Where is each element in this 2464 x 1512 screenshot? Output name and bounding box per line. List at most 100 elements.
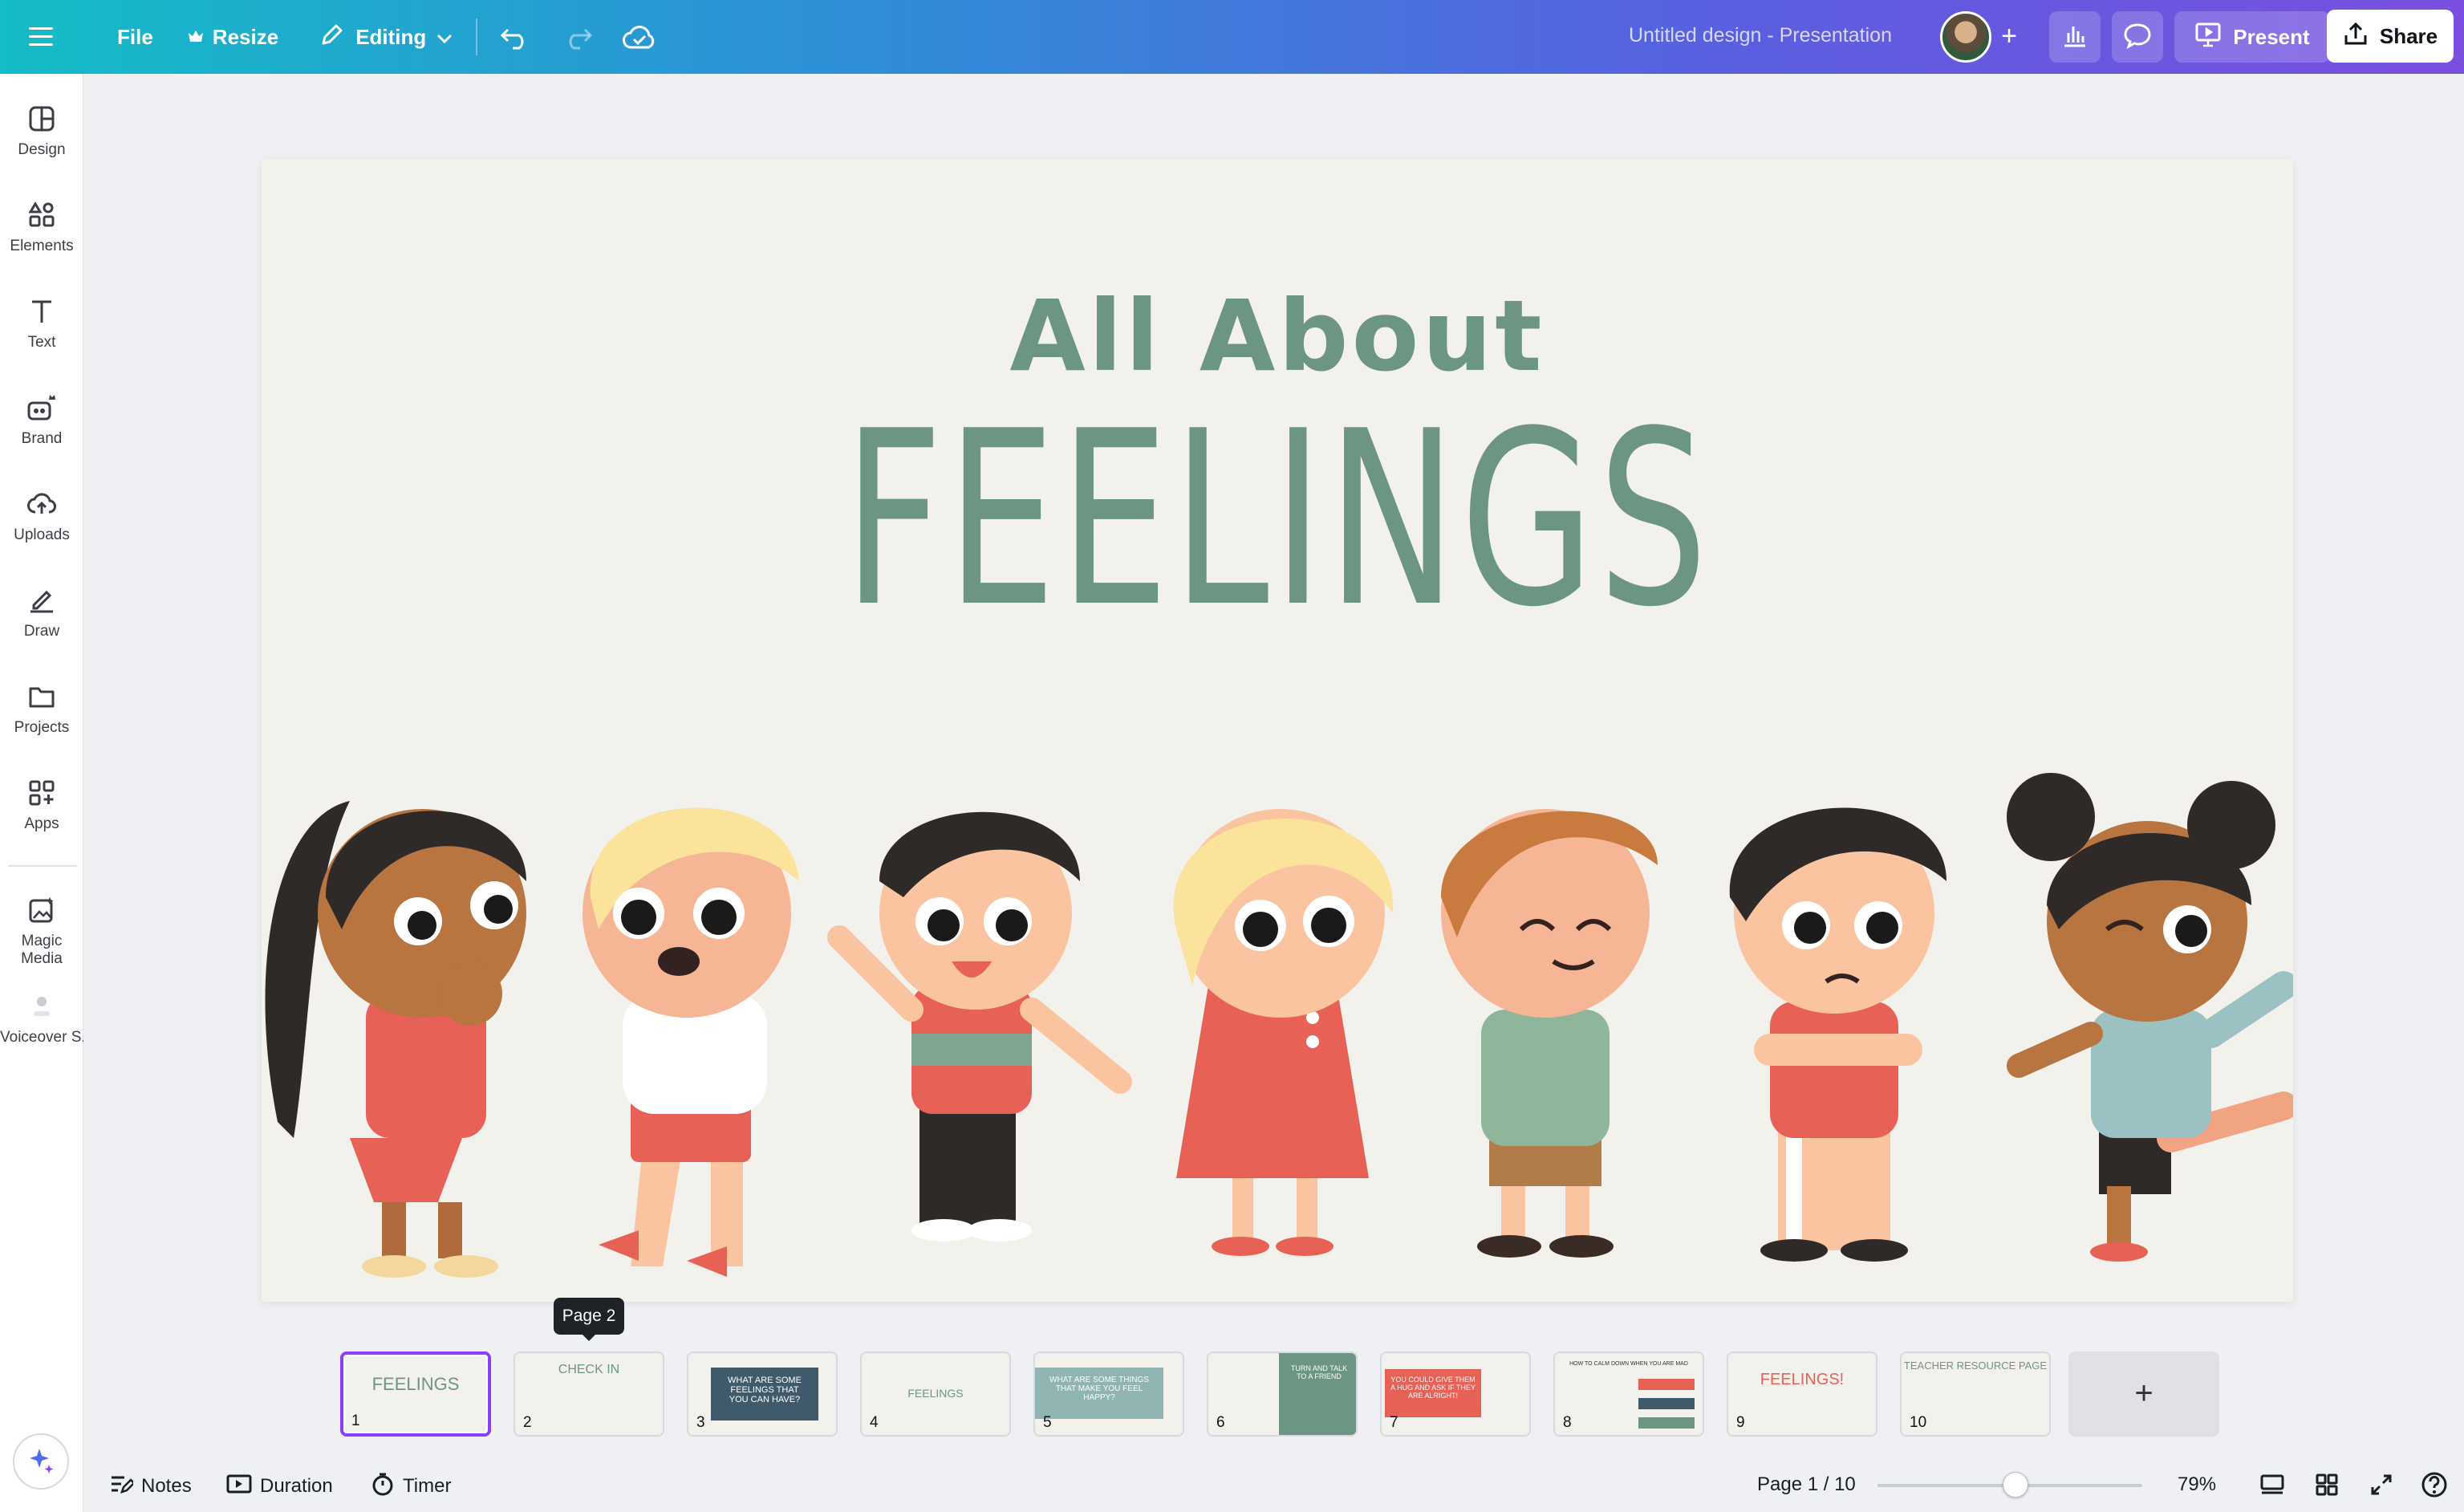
sidebar-item-magic-media[interactable]: Magic Media — [0, 896, 83, 968]
invite-plus-icon[interactable]: + — [1991, 19, 2027, 55]
share-label: Share — [2379, 23, 2438, 48]
sidebar-item-voiceover[interactable]: Voiceover S... — [0, 992, 83, 1047]
page-thumbnail-5[interactable]: WHAT ARE SOME THINGS THAT MAKE YOU FEEL … — [1033, 1351, 1184, 1437]
thumbnail-title: TEACHER RESOURCE PAGE — [1903, 1360, 2048, 1372]
undo-icon[interactable] — [485, 11, 546, 63]
add-page-button[interactable]: + — [2068, 1351, 2219, 1437]
thumbnail-title: FEELINGS! — [1760, 1371, 1845, 1388]
page-thumbnail-8[interactable]: HOW TO CALM DOWN WHEN YOU ARE MAD 8 — [1553, 1351, 1704, 1437]
thumbnail-title: FEELINGS — [371, 1374, 460, 1394]
insights-button[interactable] — [2049, 11, 2101, 63]
kid-3-illustration — [827, 811, 1132, 1242]
uploads-icon — [0, 490, 83, 518]
fullscreen-icon[interactable] — [2365, 1469, 2397, 1501]
zoom-slider-handle[interactable] — [2002, 1472, 2028, 1498]
present-label: Present — [2233, 24, 2310, 49]
zoom-level[interactable]: 79% — [2178, 1473, 2216, 1496]
thumbnail-bar — [1638, 1417, 1695, 1429]
thumbnail-title: HOW TO CALM DOWN WHEN YOU ARE MAD — [1569, 1361, 1688, 1367]
editing-label: Editing — [355, 24, 427, 49]
help-icon[interactable] — [2418, 1469, 2450, 1501]
page-view-icon[interactable] — [2256, 1469, 2288, 1501]
resize-button[interactable]: Resize — [173, 11, 293, 63]
sidebar-item-brand[interactable]: Brand — [0, 393, 83, 448]
left-sidebar: Design Elements Text Brand Uploads Draw … — [0, 74, 83, 1512]
page-thumbnail-6[interactable]: TURN AND TALK TO A FRIEND 6 — [1207, 1351, 1358, 1437]
upload-icon — [2343, 21, 2369, 52]
kid-2-illustration — [583, 807, 799, 1277]
comments-button[interactable] — [2112, 11, 2163, 63]
thumbnail-panel: TURN AND TALK TO A FRIEND — [1279, 1353, 1356, 1435]
sidebar-item-text[interactable]: Text — [0, 297, 83, 352]
sidebar-item-elements[interactable]: Elements — [0, 201, 83, 255]
notes-label: Notes — [141, 1475, 192, 1497]
share-button[interactable]: Share — [2327, 10, 2454, 63]
page-thumbnail-3[interactable]: WHAT ARE SOME FEELINGS THAT YOU CAN HAVE… — [687, 1351, 838, 1437]
sidebar-item-draw[interactable]: Draw — [0, 586, 83, 640]
pencil-icon — [319, 21, 346, 54]
thumbnail-number: 10 — [1910, 1414, 1927, 1431]
chevron-down-icon — [436, 25, 453, 50]
page-thumbnail-7[interactable]: YOU COULD GIVE THEM A HUG AND ASK IF THE… — [1380, 1351, 1531, 1437]
timer-button[interactable]: Timer — [371, 1472, 451, 1501]
page-thumbnail-2[interactable]: CHECK IN 2 — [514, 1351, 664, 1437]
duration-label: Duration — [260, 1475, 333, 1497]
sidebar-item-apps[interactable]: Apps — [0, 778, 83, 833]
sparkle-icon — [26, 1445, 55, 1478]
sidebar-label: Projects — [14, 719, 70, 736]
thumbnail-bar — [1638, 1398, 1695, 1409]
kid-5-illustration — [1441, 809, 1658, 1258]
page-indicator[interactable]: Page 1 / 10 — [1757, 1473, 1856, 1496]
crown-icon — [187, 25, 205, 50]
magic-media-icon — [0, 896, 83, 925]
file-menu[interactable]: File — [103, 11, 168, 63]
sidebar-label: Apps — [24, 815, 59, 832]
draw-icon — [0, 586, 83, 615]
page-tooltip: Page 2 — [554, 1298, 624, 1341]
page-thumbnail-4[interactable]: FEELINGS 4 — [860, 1351, 1011, 1437]
duration-button[interactable]: Duration — [226, 1472, 333, 1501]
page-thumbnail-9[interactable]: FEELINGS! 9 — [1727, 1351, 1877, 1437]
kid-1-illustration — [265, 801, 526, 1278]
redo-icon[interactable] — [546, 11, 607, 63]
cloud-save-icon[interactable] — [607, 11, 672, 63]
kid-7-illustration — [2007, 773, 2293, 1262]
grid-view-icon[interactable] — [2311, 1469, 2343, 1501]
editing-mode-dropdown[interactable]: Editing — [304, 11, 468, 63]
thumbnail-number: 6 — [1216, 1414, 1225, 1431]
sidebar-divider — [8, 865, 77, 867]
comment-icon — [2123, 22, 2152, 53]
kids-illustration[interactable] — [262, 159, 2293, 1302]
sidebar-label: Voiceover S... — [0, 1029, 83, 1046]
thumbnail-number: 8 — [1563, 1414, 1572, 1431]
voiceover-icon — [0, 992, 83, 1021]
sidebar-item-design[interactable]: Design — [0, 104, 83, 159]
present-button[interactable]: Present — [2174, 11, 2330, 63]
zoom-slider-fill — [1877, 1484, 2015, 1487]
sidebar-label: Uploads — [14, 526, 70, 543]
notes-icon — [109, 1473, 136, 1501]
magic-assistant-button[interactable] — [13, 1433, 69, 1490]
projects-icon — [0, 682, 83, 711]
sidebar-item-projects[interactable]: Projects — [0, 682, 83, 737]
kid-4-illustration — [1173, 809, 1394, 1256]
page-thumbnail-10[interactable]: TEACHER RESOURCE PAGE 10 — [1900, 1351, 2051, 1437]
sidebar-label: Draw — [23, 623, 60, 640]
timer-icon — [371, 1472, 395, 1502]
slide-canvas[interactable]: All About FEELINGS — [262, 159, 2293, 1302]
thumbnail-panel: WHAT ARE SOME FEELINGS THAT YOU CAN HAVE… — [711, 1368, 818, 1421]
design-title[interactable]: Untitled design - Presentation — [1629, 24, 1892, 47]
design-icon — [0, 104, 83, 133]
thumbnail-number: 5 — [1043, 1414, 1052, 1431]
page-thumbnail-1[interactable]: FEELINGS 1 — [340, 1351, 491, 1437]
menu-icon[interactable] — [14, 11, 71, 63]
resize-label: Resize — [212, 24, 279, 49]
thumbnail-title: FEELINGS — [907, 1387, 964, 1400]
notes-button[interactable]: Notes — [109, 1472, 192, 1501]
sidebar-label: Elements — [10, 238, 74, 254]
thumbnail-number: 4 — [870, 1414, 879, 1431]
thumbnail-number: 1 — [351, 1412, 360, 1429]
user-avatar[interactable] — [1940, 11, 1991, 63]
sidebar-item-uploads[interactable]: Uploads — [0, 490, 83, 544]
bar-chart-icon — [2061, 22, 2089, 53]
